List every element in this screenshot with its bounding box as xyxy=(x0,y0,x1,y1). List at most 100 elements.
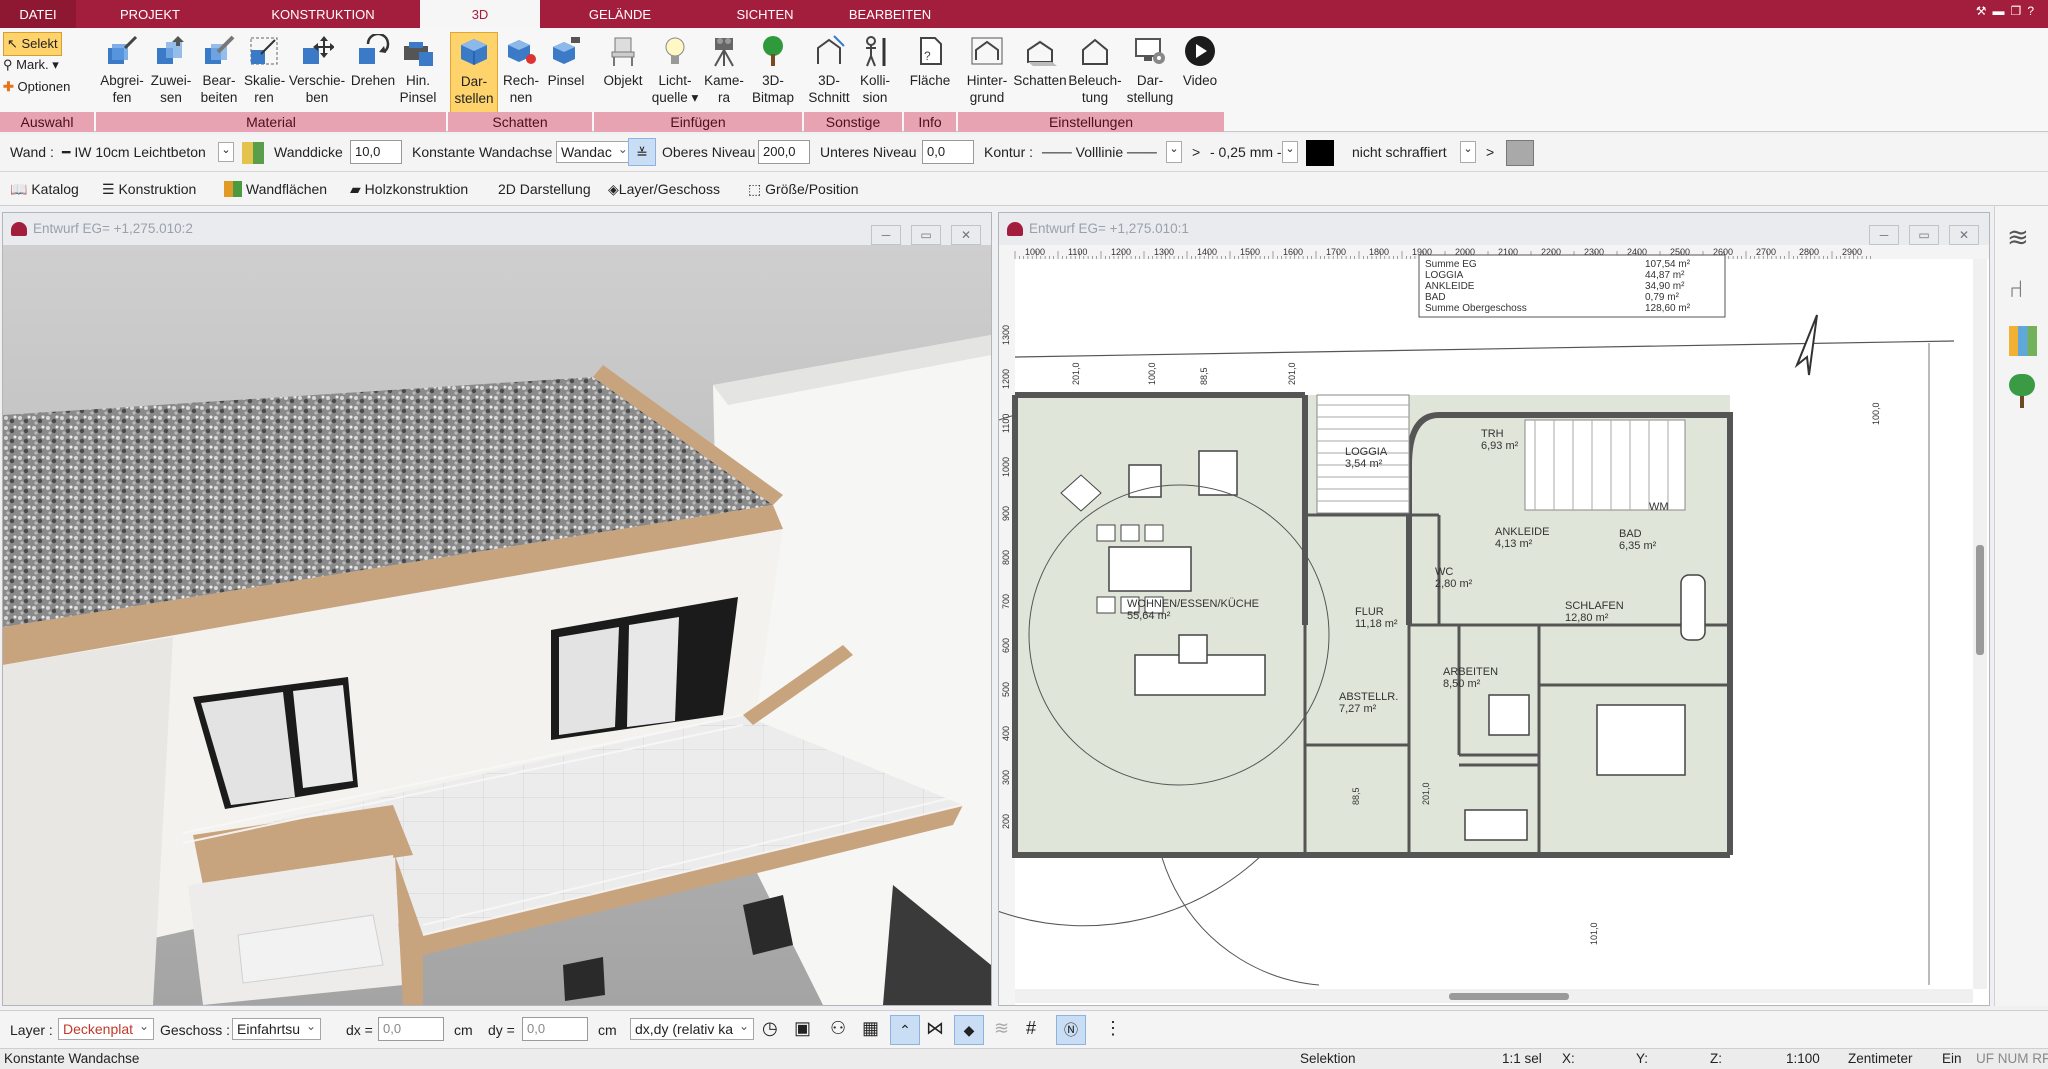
dx-input[interactable]: 0,0 xyxy=(378,1017,444,1041)
monitor-icon[interactable]: ▣ xyxy=(794,1018,811,1039)
people-icon[interactable]: ⚇ xyxy=(830,1018,846,1039)
options-button[interactable]: ✚ Optionen xyxy=(3,76,75,98)
line-color-swatch[interactable] xyxy=(1306,140,1334,166)
tab-3d[interactable]: 3D xyxy=(420,0,540,28)
maximize-pane-button[interactable]: ▭ xyxy=(911,225,941,245)
layer-select[interactable]: Deckenplat xyxy=(58,1016,155,1040)
tab-projekt[interactable]: PROJEKT xyxy=(100,0,200,28)
room-name-label: WC xyxy=(1435,566,1453,578)
lightbulb-icon xyxy=(665,37,685,64)
area-table-name: LOGGIA xyxy=(1425,270,1464,281)
tab-bearbeiten[interactable]: BEARBEITEN xyxy=(840,0,940,28)
maximize-pane-button[interactable]: ▭ xyxy=(1909,225,1939,245)
line-prev-arrow[interactable]: > xyxy=(1192,144,1200,160)
collision-button[interactable]: Kolli-sion xyxy=(852,32,898,114)
assign-material-button[interactable]: Zuwei-sen xyxy=(148,32,194,114)
line-weight-select[interactable]: - 0,25 mm - xyxy=(1210,144,1282,160)
snap-plane-icon[interactable]: ◆ xyxy=(954,1015,984,1045)
wall-material-icon[interactable] xyxy=(242,142,264,164)
clock-icon[interactable]: ◷ xyxy=(762,1018,778,1039)
hatch-dropdown[interactable]: ⌄ xyxy=(1460,141,1476,163)
pick-material-button[interactable]: Abgrei-fen xyxy=(98,32,146,114)
minimize-pane-button[interactable]: ─ xyxy=(871,225,901,245)
section-3d-button[interactable]: 3D- Schnitt xyxy=(806,32,852,114)
scale-material-button[interactable]: Skalie-ren xyxy=(244,32,285,114)
minimize-pane-button[interactable]: ─ xyxy=(1869,225,1899,245)
wall-type-dropdown[interactable]: ⌄ xyxy=(218,142,234,162)
palette-icon[interactable] xyxy=(2009,326,2037,356)
object-button[interactable]: Objekt xyxy=(598,32,648,114)
floor-select[interactable]: Einfahrtsu xyxy=(232,1016,322,1040)
line-style-select[interactable]: ─── Volllinie ─── xyxy=(1042,144,1157,160)
lower-level-input[interactable]: 0,0 xyxy=(922,140,974,164)
size-position-button[interactable]: ⬚ Größe/Position xyxy=(748,181,859,198)
tab-sichten[interactable]: SICHTEN xyxy=(720,0,810,28)
background-button[interactable]: Hinter-grund xyxy=(962,32,1012,114)
wall-axis-select[interactable]: Wandac xyxy=(556,139,633,163)
hatch-next-arrow[interactable]: > xyxy=(1486,144,1494,160)
move-material-button[interactable]: Verschie-ben xyxy=(284,32,350,114)
snap-grid-icon[interactable]: ⋈ xyxy=(926,1018,944,1039)
more-icon[interactable]: ⋮ xyxy=(1104,1018,1122,1039)
3d-view-pane[interactable]: Entwurf EG= +1,275.010:2 ─ ▭ ✕ xyxy=(2,212,992,1006)
vertical-scrollbar-thumb xyxy=(1976,545,1984,655)
ruler-tick-label: 1200 xyxy=(1001,369,1011,389)
tools-icon[interactable]: ⚒ xyxy=(1976,4,1993,18)
wall-thickness-input[interactable]: 10,0 xyxy=(350,140,402,164)
scale-icon xyxy=(250,37,278,65)
close-pane-button[interactable]: ✕ xyxy=(951,225,981,245)
upper-level-input[interactable]: 200,0 xyxy=(758,140,810,164)
catalog-button[interactable]: 📖 Katalog xyxy=(10,181,79,198)
render-compute-button[interactable]: Rech-nen xyxy=(500,32,542,114)
render-display-button[interactable]: Dar-stellen xyxy=(450,32,498,114)
mark-button[interactable]: ⚲ Mark. ▾ xyxy=(3,54,75,76)
chair-icon[interactable]: ⑁ xyxy=(2009,276,2037,306)
camera-button[interactable]: Kame-ra xyxy=(700,32,748,114)
minimize-icon[interactable]: ▬ xyxy=(1993,4,2011,18)
3d-render-canvas[interactable] xyxy=(3,245,991,1005)
select-button[interactable]: ↖ Selekt xyxy=(3,32,62,56)
2d-display-button[interactable]: 2D Darstellung xyxy=(498,181,591,197)
video-button[interactable]: Video xyxy=(1178,32,1222,114)
display-settings-button[interactable]: Dar-stellung xyxy=(1122,32,1178,114)
status-y: Y: xyxy=(1636,1051,1649,1066)
floorplan-canvas[interactable]: 1000 1100 1200 1300 1400 1500 1600 1700 1800 1900… xyxy=(999,245,1989,1005)
wall-surfaces-button[interactable]: Wandflächen xyxy=(224,181,327,197)
hint-brush-button[interactable]: Hin. Pinsel xyxy=(396,32,440,114)
tab-konstruktion[interactable]: KONSTRUKTION xyxy=(258,0,388,28)
tab-datei[interactable]: DATEI xyxy=(0,0,76,28)
line-style-dropdown[interactable]: ⌄ xyxy=(1166,141,1182,163)
dy-input[interactable]: 0,0 xyxy=(522,1017,588,1041)
floorplan-pane[interactable]: Entwurf EG= +1,275.010:1 ─ ▭ ✕ 1000 1100 120… xyxy=(998,212,1990,1006)
snap-line-icon[interactable]: ⌃ xyxy=(890,1015,920,1045)
shadow-button[interactable]: Schatten xyxy=(1012,32,1068,114)
edit-material-button[interactable]: Bear-beiten xyxy=(194,32,244,114)
grid-icon[interactable]: # xyxy=(1026,1018,1036,1039)
level-icon[interactable]: ≚ xyxy=(628,138,656,166)
hatch-select[interactable]: nicht schraffiert xyxy=(1352,144,1447,160)
wall-type-select[interactable]: ━ IW 10cm Leichtbeton xyxy=(62,144,206,161)
window-controls[interactable]: ⚒▬❐? xyxy=(1976,4,2040,18)
layers-stack-icon[interactable]: ≋ xyxy=(994,1018,1009,1039)
bitmap-3d-button[interactable]: 3D- Bitmap xyxy=(748,32,798,114)
tree-icon[interactable] xyxy=(2009,374,2037,410)
coordinate-mode-select[interactable]: dx,dy (relativ ka xyxy=(630,1016,755,1040)
tab-gelaende[interactable]: GELÄNDE xyxy=(570,0,670,28)
menu-bar: DATEI PROJEKT KONSTRUKTION 3D GELÄNDE SI… xyxy=(0,0,2048,28)
fill-color-swatch[interactable] xyxy=(1506,140,1534,166)
light-source-button[interactable]: Licht-quelle ▾ xyxy=(650,32,700,114)
cube-icon[interactable]: ▦ xyxy=(862,1018,879,1039)
layers-icon[interactable]: ≋ xyxy=(2007,222,2037,252)
north-icon[interactable]: Ⓝ xyxy=(1056,1015,1086,1045)
rotate-material-button[interactable]: Drehen xyxy=(350,32,396,114)
construction-button[interactable]: ☰ Konstruktion xyxy=(102,181,196,198)
restore-icon[interactable]: ❐ xyxy=(2011,4,2028,18)
shadow-brush-button[interactable]: Pinsel xyxy=(544,32,588,114)
help-icon[interactable]: ? xyxy=(2027,4,2040,18)
area-info-button[interactable]: ? Fläche xyxy=(908,32,952,114)
close-pane-button[interactable]: ✕ xyxy=(1949,225,1979,245)
lighting-button[interactable]: Beleuch-tung xyxy=(1068,32,1122,114)
timber-construction-button[interactable]: ▰ Holzkonstruktion xyxy=(350,181,468,198)
line-weight-dropdown[interactable]: ⌄ xyxy=(1282,141,1298,163)
layer-floor-button[interactable]: ◈Layer/Geschoss xyxy=(608,181,720,198)
